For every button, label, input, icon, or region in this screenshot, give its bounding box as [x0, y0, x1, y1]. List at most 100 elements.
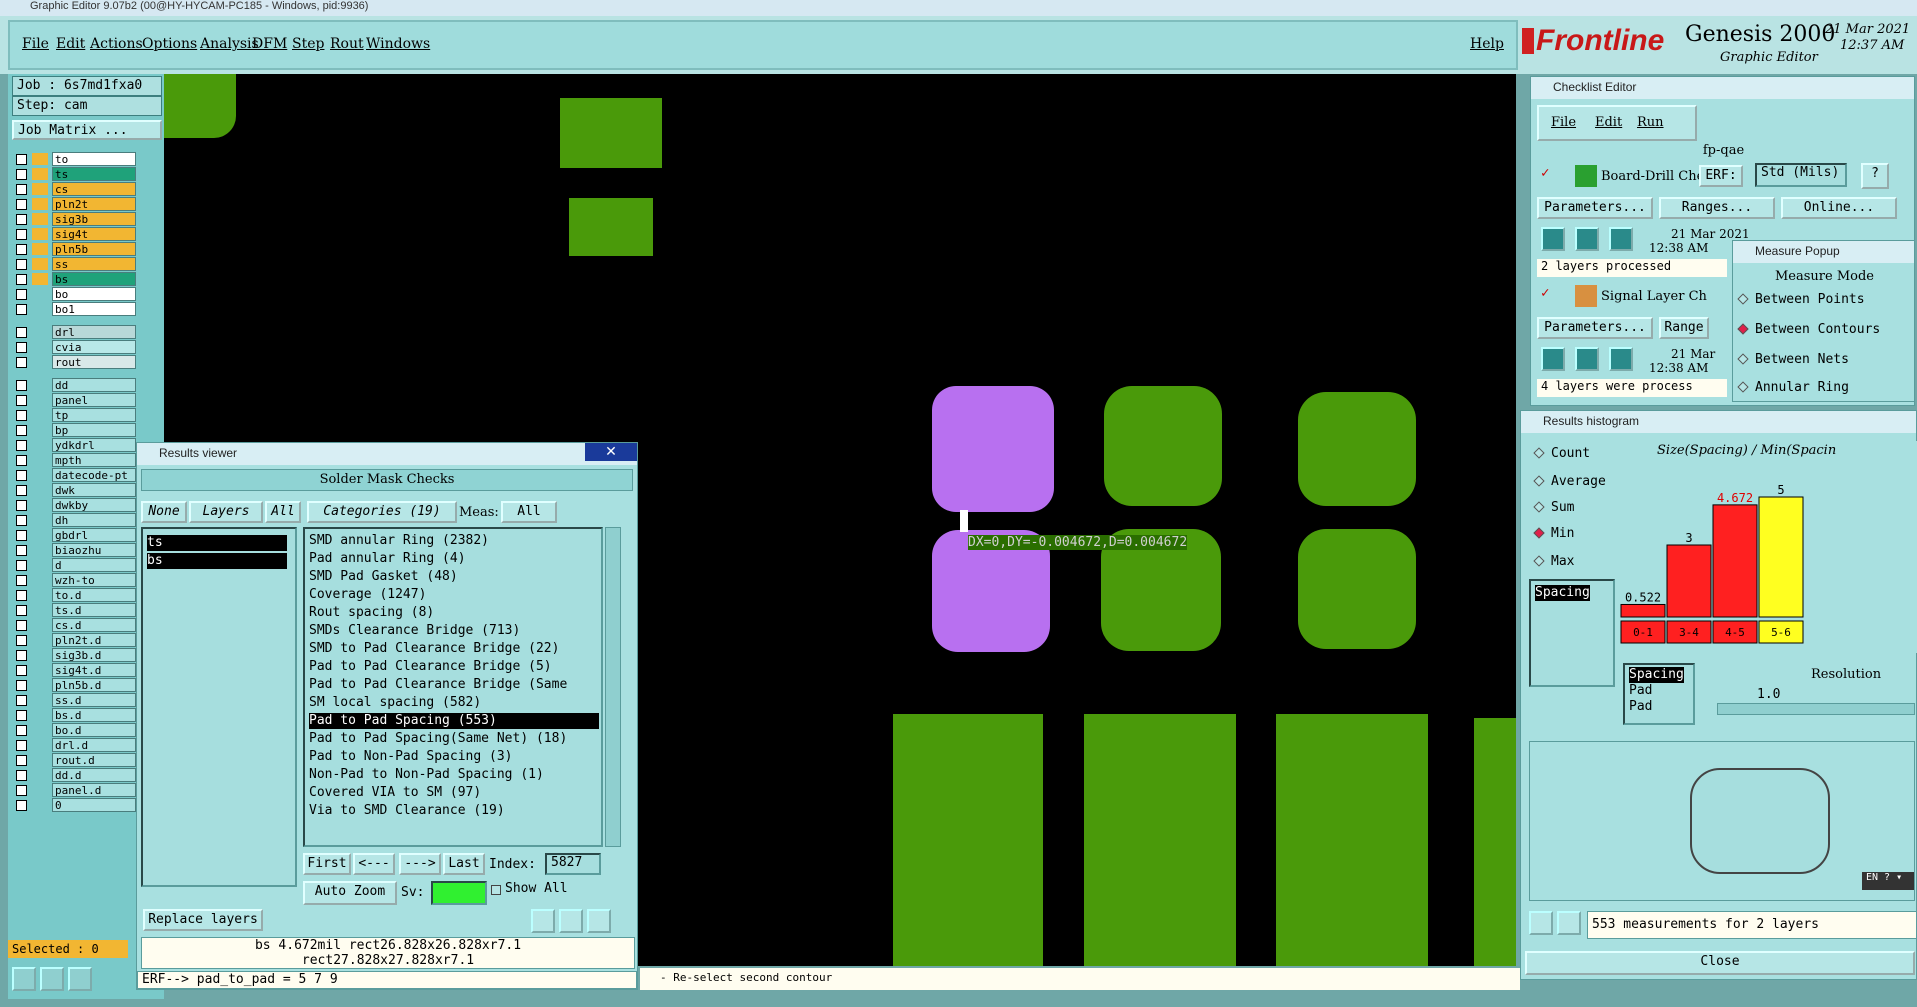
layer-name[interactable]: pln5b: [52, 242, 136, 256]
layer-row[interactable]: dwk: [12, 483, 137, 498]
help-icon[interactable]: ?: [1861, 163, 1889, 189]
parameters-button-2[interactable]: Parameters...: [1537, 317, 1653, 339]
grid-tool-icon[interactable]: [68, 967, 92, 991]
layer-row[interactable]: dwkby: [12, 498, 137, 513]
layer-name[interactable]: sig3b: [52, 212, 136, 226]
menu-edit[interactable]: Edit: [56, 36, 85, 52]
checklist-menu-file[interactable]: File: [1551, 115, 1576, 130]
layer-checkbox[interactable]: [16, 710, 27, 721]
layer-row[interactable]: mpth: [12, 453, 137, 468]
layer-row[interactable]: drl: [12, 325, 137, 340]
layer-checkbox[interactable]: [16, 500, 27, 511]
category-item[interactable]: SMD to Pad Clearance Bridge (22): [309, 641, 599, 657]
auto-zoom-select[interactable]: Auto Zoom: [303, 881, 397, 905]
menu-windows[interactable]: Windows: [366, 36, 430, 52]
layer-row[interactable]: to: [12, 152, 137, 167]
layer-row[interactable]: dh: [12, 513, 137, 528]
layer-name[interactable]: bp: [52, 423, 136, 437]
layer-name[interactable]: bo: [52, 287, 136, 301]
layer-checkbox[interactable]: [16, 590, 27, 601]
layer-row[interactable]: tp: [12, 408, 137, 423]
layer-name[interactable]: ydkdrl: [52, 438, 136, 452]
category-item[interactable]: Pad to Pad Spacing (553): [309, 713, 599, 729]
layer-checkbox[interactable]: [16, 725, 27, 736]
menu-help[interactable]: Help: [1470, 36, 1504, 52]
undo-icon[interactable]: [587, 909, 611, 933]
layer-row[interactable]: bp: [12, 423, 137, 438]
category-item[interactable]: Pad to Pad Clearance Bridge (Same: [309, 677, 599, 693]
layer-name[interactable]: bs.d: [52, 708, 136, 722]
close-button[interactable]: Close: [1525, 951, 1915, 975]
layer-name[interactable]: sig3b.d: [52, 648, 136, 662]
layer-checkbox[interactable]: [16, 199, 27, 210]
parameters-button[interactable]: Parameters...: [1537, 197, 1653, 219]
layer-checkbox[interactable]: [16, 440, 27, 451]
layer-name[interactable]: drl.d: [52, 738, 136, 752]
layer-name[interactable]: rout.d: [52, 753, 136, 767]
between-points-radio[interactable]: Between Points: [1737, 291, 1865, 309]
layer-checkbox[interactable]: [16, 680, 27, 691]
layer-row[interactable]: cs.d: [12, 618, 137, 633]
between-contours-radio[interactable]: Between Contours: [1737, 321, 1880, 339]
layer-name[interactable]: wzh-to: [52, 573, 136, 587]
resolution-slider[interactable]: [1717, 703, 1915, 715]
layer-checkbox[interactable]: [16, 560, 27, 571]
layer-row[interactable]: ydkdrl: [12, 438, 137, 453]
category-item[interactable]: Pad to Pad Clearance Bridge (5): [309, 659, 599, 675]
mode-average-radio[interactable]: Average: [1533, 473, 1606, 491]
layer-checkbox[interactable]: [16, 380, 27, 391]
layer-row[interactable]: panel.d: [12, 783, 137, 798]
layer-name[interactable]: biaozhu: [52, 543, 136, 557]
menu-dfm[interactable]: DFM: [252, 36, 287, 52]
menu-analysis[interactable]: Analysis: [200, 36, 259, 52]
menu-rout[interactable]: Rout: [330, 36, 364, 52]
layer-row[interactable]: ss.d: [12, 693, 137, 708]
layer-name[interactable]: mpth: [52, 453, 136, 467]
categories-button[interactable]: Categories (19): [307, 501, 457, 523]
layer-checkbox[interactable]: [16, 605, 27, 616]
list-item[interactable]: Spacing: [1535, 585, 1590, 601]
layer-name[interactable]: drl: [52, 325, 136, 339]
layer-row[interactable]: pln5b: [12, 242, 137, 257]
first-button[interactable]: First: [303, 853, 351, 875]
show-all-checkbox[interactable]: [491, 885, 501, 895]
check2-name[interactable]: Signal Layer Ch: [1601, 289, 1707, 304]
annular-ring-radio[interactable]: Annular Ring: [1737, 379, 1849, 397]
layer-name[interactable]: dwkby: [52, 498, 136, 512]
layer-name[interactable]: ss: [52, 257, 136, 271]
layer-name[interactable]: bo.d: [52, 723, 136, 737]
menu-actions[interactable]: Actions: [90, 36, 143, 52]
menu-step[interactable]: Step: [292, 36, 324, 52]
layer-checkbox[interactable]: [16, 244, 27, 255]
layer-checkbox[interactable]: [16, 425, 27, 436]
layer-checkbox[interactable]: [16, 755, 27, 766]
category-item[interactable]: Coverage (1247): [309, 587, 599, 603]
layer-name[interactable]: pln2t: [52, 197, 136, 211]
layer-row[interactable]: cs: [12, 182, 137, 197]
layer-row[interactable]: ts: [12, 167, 137, 182]
ranges-button-2[interactable]: Range: [1659, 317, 1709, 339]
layer-checkbox[interactable]: [16, 259, 27, 270]
close-icon[interactable]: ✕: [585, 443, 637, 461]
layer-name[interactable]: cvia: [52, 340, 136, 354]
category-scrollbar[interactable]: [605, 527, 621, 847]
layer-checkbox[interactable]: [16, 545, 27, 556]
run-icon[interactable]: [1609, 227, 1633, 251]
list-item[interactable]: Pad: [1629, 699, 1652, 715]
layer-checkbox[interactable]: [16, 485, 27, 496]
layer-row[interactable]: cvia: [12, 340, 137, 355]
layer-name[interactable]: bs: [52, 272, 136, 286]
layer-checkbox[interactable]: [16, 650, 27, 661]
layer-row[interactable]: sig4t.d: [12, 663, 137, 678]
layer-name[interactable]: to: [52, 152, 136, 166]
layer-checkbox[interactable]: [16, 620, 27, 631]
layer-name[interactable]: pln5b.d: [52, 678, 136, 692]
layer-row[interactable]: drl.d: [12, 738, 137, 753]
meas-select[interactable]: All: [501, 501, 557, 523]
checklist-menu-edit[interactable]: Edit: [1595, 115, 1622, 130]
layer-row[interactable]: 0: [12, 798, 137, 813]
layer-checkbox[interactable]: [16, 184, 27, 195]
layer-checkbox[interactable]: [16, 455, 27, 466]
next-button[interactable]: --->: [399, 853, 441, 875]
layer-checkbox[interactable]: [16, 410, 27, 421]
